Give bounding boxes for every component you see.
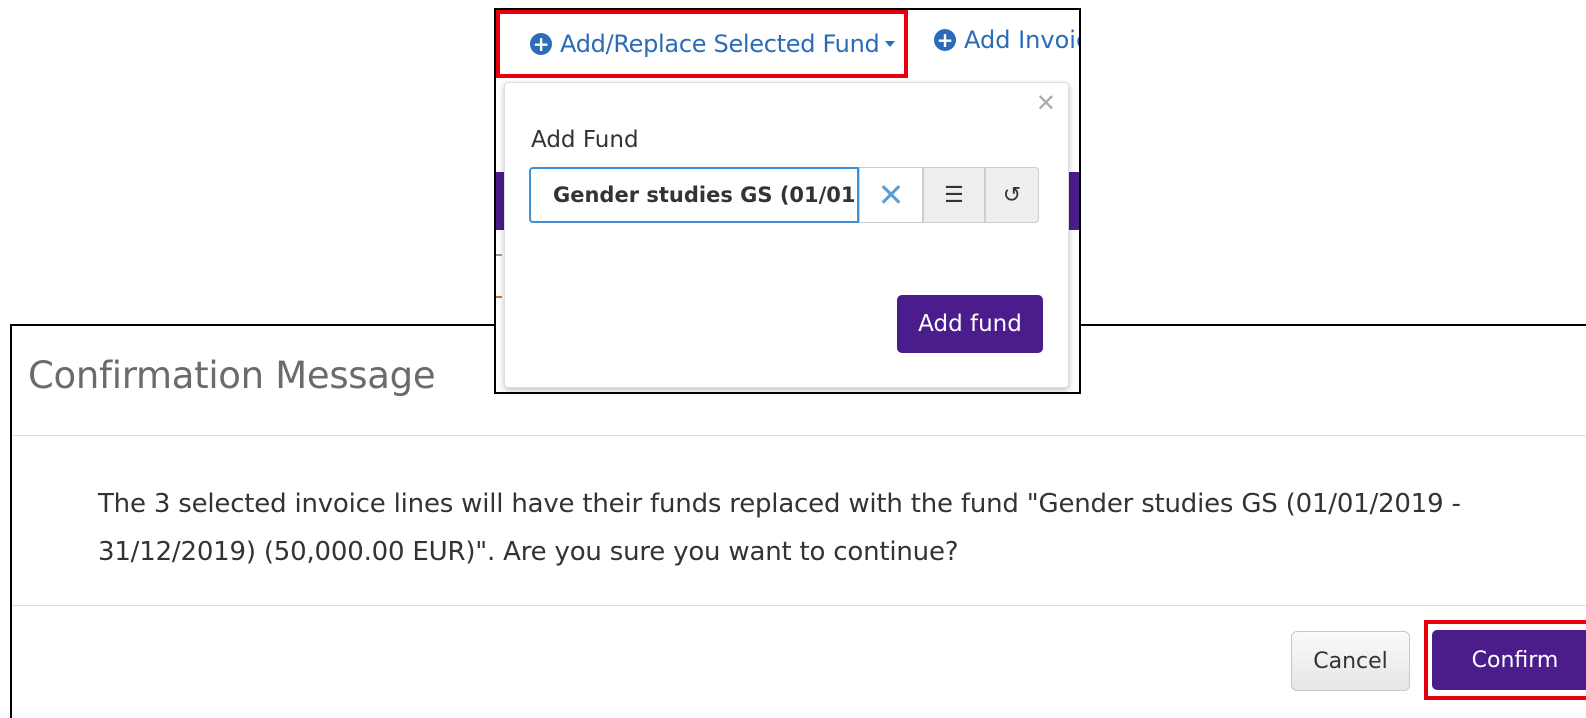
clear-x-icon[interactable]: ✕ — [859, 167, 923, 223]
dialog-message: The 3 selected invoice lines will have t… — [98, 489, 1461, 567]
add-invoice-label: Add Invoic — [964, 26, 1081, 54]
add-invoice-line-button[interactable]: + Add Invoic — [934, 26, 1081, 54]
add-fund-label: Add Fund — [531, 127, 639, 153]
plus-circle-icon: + — [934, 29, 956, 51]
add-fund-panel: ✕ Add Fund Gender studies GS (01/01 ✕ ☰ … — [504, 82, 1069, 388]
confirm-button[interactable]: Confirm — [1432, 630, 1586, 690]
close-icon[interactable]: ✕ — [1036, 89, 1056, 118]
plus-circle-icon: + — [530, 33, 552, 55]
list-icon[interactable]: ☰ — [923, 167, 985, 223]
add-replace-fund-label-group: + Add/Replace Selected Fund — [530, 30, 896, 58]
cancel-button[interactable]: Cancel — [1291, 631, 1410, 691]
add-replace-fund-menu[interactable]: + Add/Replace Selected Fund — [496, 10, 908, 78]
fund-input[interactable]: Gender studies GS (01/01 — [529, 167, 859, 223]
divider — [12, 605, 1586, 606]
add-fund-button[interactable]: Add fund — [897, 295, 1043, 353]
fund-popup-screenshot: + Add/Replace Selected Fund + Add Invoic… — [494, 8, 1081, 394]
divider — [12, 435, 1586, 436]
caret-down-icon — [885, 41, 896, 47]
dialog-title: Confirmation Message — [28, 354, 436, 397]
fund-menu-label: Add/Replace Selected Fund — [560, 30, 880, 58]
history-icon[interactable]: ↺ — [985, 167, 1039, 223]
